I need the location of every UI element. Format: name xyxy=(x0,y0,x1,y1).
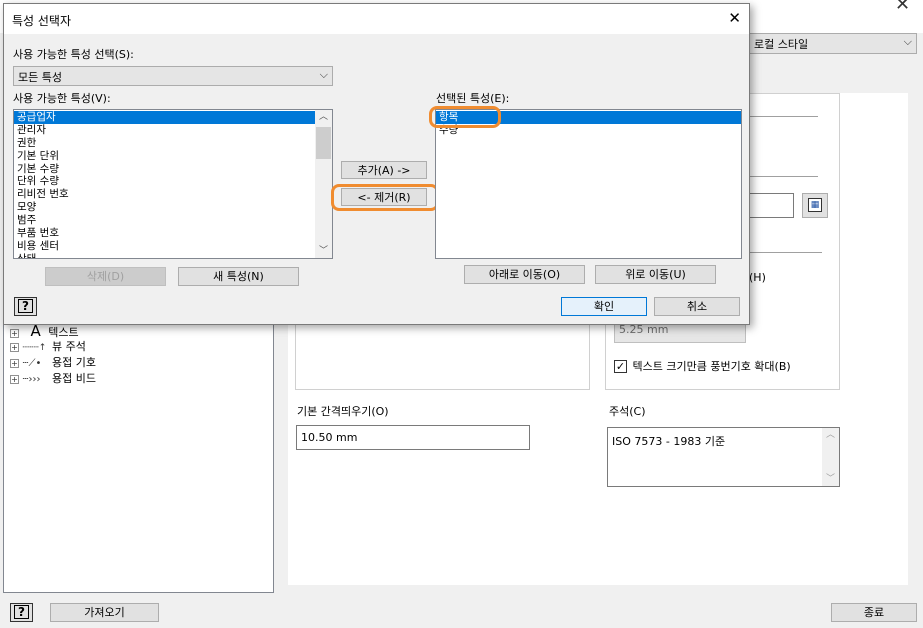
selected-label: 선택된 특성(E): xyxy=(436,92,510,105)
dialog-close-icon[interactable]: ✕ xyxy=(728,9,741,27)
partial-field[interactable] xyxy=(749,193,794,218)
category-label: 사용 가능한 특성 선택(S): xyxy=(13,48,134,61)
dialog-titlebar: 특성 선택자 ✕ xyxy=(4,4,749,34)
checkbox-checked-icon[interactable]: ✓ xyxy=(614,359,627,373)
property-selector-dialog: 특성 선택자 ✕ 사용 가능한 특성 선택(S): 모든 특성 ⌵ 사용 가능한… xyxy=(3,3,750,325)
weld-bead-icon: ┄››› xyxy=(22,374,41,385)
available-items-container: 공급업자 관리자 권한 기본 단위 기본 수량 단위 수량 리비전 번호 모양 범주 부품 번호 비… xyxy=(14,110,316,258)
help-icon: ? xyxy=(18,299,33,313)
scroll-down-icon[interactable]: ﹀ xyxy=(822,472,839,486)
dialog-help-button[interactable]: ? xyxy=(14,297,37,316)
list-item[interactable]: 기본 수량 xyxy=(14,163,316,176)
chevron-down-icon: ⌵ xyxy=(319,68,328,81)
import-button[interactable]: 가져오기 xyxy=(50,603,159,622)
close-button[interactable]: 종료 xyxy=(831,603,917,622)
divider xyxy=(750,252,822,253)
tree-item-label: 용접 비드 xyxy=(52,372,96,385)
note-value: ISO 7573 - 1983 기준 xyxy=(612,435,726,448)
dialog-title: 특성 선택자 xyxy=(12,14,72,28)
list-item[interactable]: 범주 xyxy=(14,214,316,227)
expand-icon[interactable]: + xyxy=(10,358,19,368)
cancel-button[interactable]: 취소 xyxy=(654,297,740,316)
scroll-up-icon[interactable]: ︿ xyxy=(315,110,332,124)
spacing-label: 기본 간격띄우기(O) xyxy=(297,405,389,418)
picker-button[interactable]: ▦ xyxy=(802,193,828,218)
divider xyxy=(750,176,818,177)
spacing-value: 10.50 mm xyxy=(301,431,358,444)
chevron-down-icon: ⌵ xyxy=(903,35,912,48)
category-combobox-value: 모든 특성 xyxy=(18,71,62,84)
available-list-scrollbar[interactable]: ︿ ﹀ xyxy=(315,110,332,258)
disabled-size-field: 5.25 mm xyxy=(614,322,746,343)
tree-item-weld-symbol[interactable]: + ┄⟋• 용접 기호 xyxy=(10,354,96,370)
move-down-button[interactable]: 아래로 이동(O) xyxy=(464,265,585,284)
picker-icon: ▦ xyxy=(808,198,822,212)
list-item[interactable]: 부품 번호 xyxy=(14,227,316,240)
help-icon: ? xyxy=(14,605,29,619)
move-up-button[interactable]: 위로 이동(U) xyxy=(595,265,716,284)
note-textarea[interactable]: ISO 7573 - 1983 기준 ︿ ﹀ xyxy=(607,427,840,487)
spacing-input[interactable]: 10.50 mm xyxy=(296,425,530,450)
style-combobox[interactable]: 로컬 스타일 ⌵ xyxy=(749,33,917,54)
available-label: 사용 가능한 특성(V): xyxy=(13,92,111,105)
list-item[interactable]: 상태 xyxy=(14,253,316,258)
window-close-icon[interactable]: ✕ xyxy=(895,0,910,15)
list-item[interactable]: 관리자 xyxy=(14,124,316,137)
new-property-button[interactable]: 새 특성(N) xyxy=(178,267,299,286)
scroll-thumb[interactable] xyxy=(316,127,331,159)
list-item[interactable]: 단위 수량 xyxy=(14,175,316,188)
checkbox-label: 텍스트 크기만큼 풍번기호 확대(B) xyxy=(632,360,791,373)
tree-item-view-annotation[interactable]: + ┄┄┄↑ 뷰 주석 xyxy=(10,338,86,354)
weld-symbol-icon: ┄⟋• xyxy=(22,358,42,369)
group-frame-left xyxy=(295,322,590,390)
expand-icon[interactable]: + xyxy=(10,342,19,352)
remove-button[interactable]: <- 제거(R) xyxy=(341,188,427,206)
list-item[interactable]: 리비전 번호 xyxy=(14,188,316,201)
add-button[interactable]: 추가(A) -> xyxy=(341,161,427,179)
list-item[interactable]: 기본 단위 xyxy=(14,150,316,163)
category-combobox[interactable]: 모든 특성 ⌵ xyxy=(13,66,333,86)
divider xyxy=(750,116,818,117)
tree-item-label: 용접 기호 xyxy=(52,356,96,369)
available-properties-list[interactable]: 공급업자 관리자 권한 기본 단위 기본 수량 단위 수량 리비전 번호 모양 범주 부품 번호 비… xyxy=(13,109,333,259)
expand-icon[interactable]: + xyxy=(10,328,19,338)
style-combobox-value: 로컬 스타일 xyxy=(754,38,809,51)
selected-properties-list[interactable]: 항목 수량 xyxy=(435,109,742,259)
list-item[interactable]: 모양 xyxy=(14,201,316,214)
main-help-button[interactable]: ? xyxy=(10,603,33,622)
list-item[interactable]: 비용 센터 xyxy=(14,240,316,253)
ok-button[interactable]: 확인 xyxy=(561,297,647,316)
list-item[interactable]: 권한 xyxy=(14,137,316,150)
delete-button[interactable]: 삭제(D) xyxy=(45,267,166,286)
enlarge-balloon-checkbox[interactable]: ✓ 텍스트 크기만큼 풍번기호 확대(B) xyxy=(614,358,791,374)
tree-item-label: 뷰 주석 xyxy=(52,340,86,353)
view-annotation-icon: ┄┄┄↑ xyxy=(22,343,47,353)
list-item[interactable]: 공급업자 xyxy=(14,111,316,124)
expand-icon[interactable]: + xyxy=(10,374,19,384)
scroll-down-icon[interactable]: ﹀ xyxy=(315,244,332,258)
partial-label-h: (H) xyxy=(749,271,766,284)
scroll-up-icon[interactable]: ︿ xyxy=(822,428,839,442)
note-scrollbar[interactable]: ︿ ﹀ xyxy=(822,428,839,486)
selected-item-highlight xyxy=(429,106,501,128)
note-label: 주석(C) xyxy=(609,405,646,418)
tree-item-weld-bead[interactable]: + ┄››› 용접 비드 xyxy=(10,370,96,386)
